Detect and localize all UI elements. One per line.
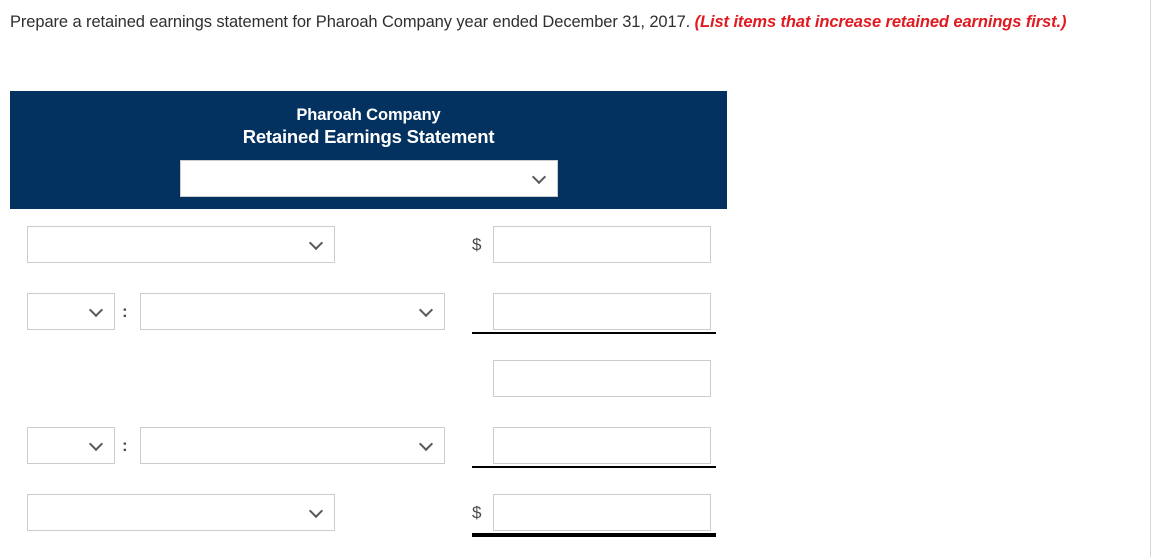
row4-prefix-select[interactable] [27, 427, 115, 464]
row1-label-select[interactable] [27, 226, 335, 263]
row5-label-select[interactable] [27, 494, 335, 531]
statement-row-3 [0, 360, 1150, 397]
row2-prefix-select[interactable] [27, 293, 115, 330]
row2-label-select-value [141, 294, 444, 303]
row4-subtotal-rule [472, 466, 716, 468]
statement-header-panel: Pharoah Company Retained Earnings Statem… [10, 91, 727, 209]
row4-separator: : [122, 436, 128, 455]
row2-prefix-select-value [28, 294, 114, 303]
page-right-border [1150, 0, 1151, 557]
company-name: Pharoah Company [296, 106, 441, 124]
row2-separator: : [122, 302, 128, 321]
row2-subtotal-rule [472, 332, 716, 334]
statement-row-4: : [0, 427, 1150, 468]
question-prompt: Prepare a retained earnings statement fo… [10, 10, 1120, 35]
row4-prefix-select-value [28, 428, 114, 437]
prompt-text: Prepare a retained earnings statement fo… [10, 13, 691, 31]
period-select[interactable] [180, 160, 558, 197]
row5-amount-input[interactable] [493, 494, 711, 531]
row5-total-rule [472, 533, 716, 537]
statement-row-1: $ [0, 226, 1150, 263]
prompt-hint: (List items that increase retained earni… [694, 13, 1067, 31]
period-select-value [181, 161, 557, 170]
row1-label-select-value [28, 227, 334, 236]
row2-amount-input[interactable] [493, 293, 711, 330]
row5-label-select-value [28, 495, 334, 504]
statement-title: Retained Earnings Statement [242, 126, 495, 147]
statement-row-5: $ [0, 494, 1150, 537]
row5-currency-symbol: $ [472, 503, 482, 522]
period-select-wrapper [180, 160, 558, 197]
row1-currency-symbol: $ [472, 235, 482, 254]
statement-row-2: : [0, 293, 1150, 334]
row3-amount-input[interactable] [493, 360, 711, 397]
row4-label-select[interactable] [140, 427, 445, 464]
row2-label-select[interactable] [140, 293, 445, 330]
row4-amount-input[interactable] [493, 427, 711, 464]
row1-amount-input[interactable] [493, 226, 711, 263]
row4-label-select-value [141, 428, 444, 437]
